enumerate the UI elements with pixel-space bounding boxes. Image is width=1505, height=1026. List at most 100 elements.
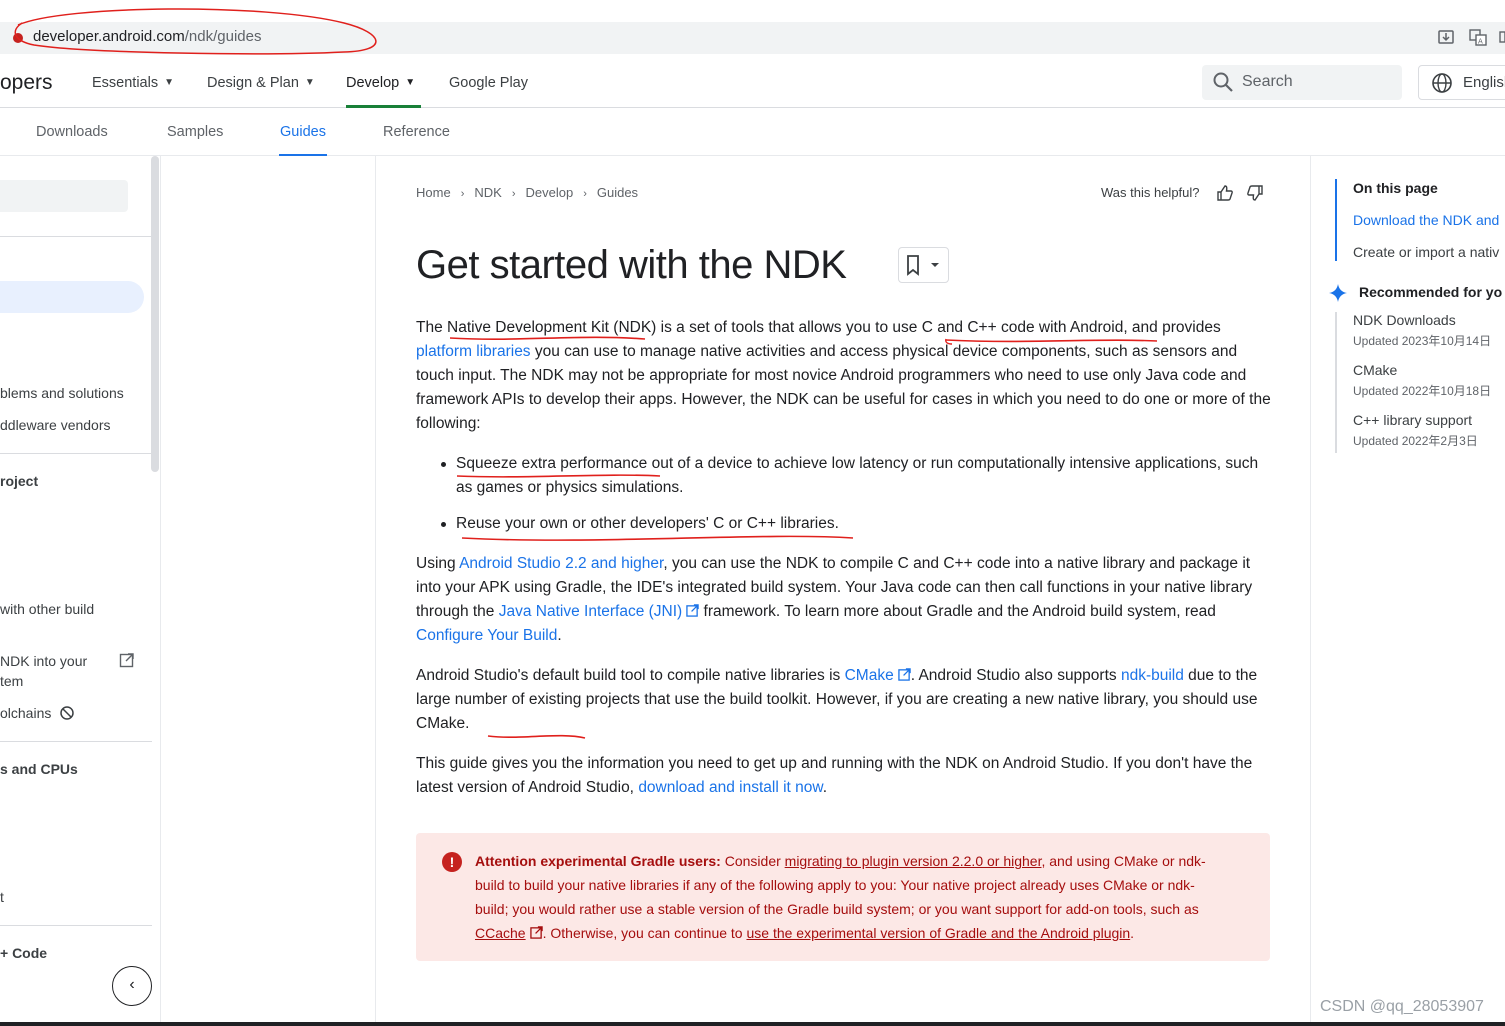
external-link-icon [686,604,699,617]
android-studio-link[interactable]: Android Studio 2.2 and higher [459,555,663,572]
sidebar-item-middleware[interactable]: ddleware vendors [0,417,111,433]
recommended-updated: Updated 2022年10月18日 [1353,384,1492,398]
bookmark-button[interactable] [898,247,949,283]
breadcrumb-home[interactable]: Home [416,185,451,200]
browser-toolbar: developer.android.com/ndk/guides A [0,0,1505,60]
toc-rail [1335,179,1337,261]
text: Consider [720,853,785,869]
language-selector[interactable]: English [1418,65,1505,100]
sidebar-item-ndk-into[interactable]: NDK into your [0,653,87,669]
recommended-updated: Updated 2023年10月14日 [1353,334,1492,348]
migrate-plugin-link[interactable]: migrating to plugin version 2.2.0 or hig… [785,853,1042,869]
text: . Android Studio also supports [910,667,1121,684]
sidebar-section-project[interactable]: roject [0,473,38,489]
page-title: Get started with the NDK [416,243,847,287]
text: . [1130,925,1135,941]
watermark: CSDN @qq_28053907 [1320,998,1484,1015]
sidebar-divider [0,236,152,237]
thumbs-down-icon[interactable] [1246,184,1264,202]
caret-down-icon: ▼ [304,77,315,88]
download-install-link[interactable]: download and install it now [638,779,822,796]
search-icon [1213,72,1233,92]
toc-heading: On this page [1353,180,1438,196]
tab-downloads[interactable]: Downloads [36,124,108,140]
nav-label: Develop [346,75,400,91]
sidebar-item-system: tem [0,673,24,689]
breadcrumb-guides[interactable]: Guides [597,185,638,200]
warning-text: Attention experimental Gradle users: Con… [475,849,1227,945]
tab-samples[interactable]: Samples [167,124,223,140]
platform-libraries-link[interactable]: platform libraries [416,343,531,360]
sidebar-section-code[interactable]: + Code [0,945,47,961]
sidebar-scrollbar[interactable] [151,156,159,472]
list-item: Reuse your own or other developers' C or… [416,512,1271,536]
studio-paragraph: Using Android Studio 2.2 and higher, you… [416,552,1271,648]
ndk-build-link[interactable]: ndk-build [1121,667,1184,684]
translate-icon[interactable]: A [1469,28,1487,46]
sidebar-divider [0,741,152,742]
sidebar-item-other-build[interactable]: with other build [0,601,94,617]
deprecated-icon [60,706,75,720]
sidebar-section-cpus[interactable]: s and CPUs [0,761,78,777]
recommended-item-cpp-library[interactable]: C++ library support [1353,412,1472,428]
sidebar-filter-input[interactable] [0,180,128,212]
language-label: English [1463,74,1505,91]
chevron-right-icon: › [583,188,587,200]
warning-title: Attention experimental Gradle users: [475,853,721,869]
helpful-label: Was this helpful? [1101,185,1200,200]
chevron-right-icon: › [460,188,465,200]
left-sidebar: blems and solutions ddleware vendors roj… [0,156,161,1026]
experimental-gradle-link[interactable]: use the experimental version of Gradle a… [746,925,1130,941]
svg-text:A: A [1478,38,1483,46]
external-link-icon [897,668,911,681]
content-divider [375,156,376,1026]
sidebar-item-toolchains[interactable]: olchains [0,705,75,721]
sidebar-item-t[interactable]: t [0,889,4,905]
ccache-link[interactable]: CCache [475,925,543,941]
text: This guide gives you the information you… [416,755,1253,796]
caret-down-icon: ▼ [164,77,174,88]
chevron-right-icon: › [511,188,516,200]
toc-item-download[interactable]: Download the NDK and [1353,212,1499,228]
collapse-sidebar-button[interactable]: ‹ [112,966,152,1006]
search-placeholder: Search [1242,73,1293,90]
tab-reference[interactable]: Reference [383,124,450,140]
sidebar-item-problems[interactable]: blems and solutions [0,385,124,401]
install-app-icon[interactable] [1437,28,1455,46]
breadcrumb-ndk[interactable]: NDK [474,185,501,200]
cmake-paragraph: Android Studio's default build tool to c… [416,664,1271,736]
tab-guides[interactable]: Guides [279,124,327,156]
error-icon: ! [442,852,462,872]
search-input[interactable]: Search [1202,65,1402,100]
site-brand[interactable]: opers [0,71,53,95]
recommended-item-cmake[interactable]: CMake [1353,362,1397,378]
external-link-icon [529,926,543,939]
jni-link[interactable]: Java Native Interface (JNI) [499,603,699,620]
recommended-heading: Recommended for yo [1359,284,1503,300]
sub-navigation: Downloads Samples Guides Reference [0,108,1505,156]
text: . Otherwise, you can continue to [542,925,747,941]
nav-google-play[interactable]: Google Play [449,75,528,91]
toc-item-create[interactable]: Create or import a nativ [1353,244,1499,260]
thumbs-up-icon[interactable] [1216,184,1234,202]
nav-label: Essentials [92,75,159,91]
external-link-icon [119,653,134,668]
nav-essentials[interactable]: Essentials ▼ [92,75,174,91]
link-text: CCache [475,925,526,941]
link-text: Java Native Interface (JNI) [498,603,683,620]
cmake-link[interactable]: CMake [845,667,911,684]
text: . [557,627,562,644]
top-navigation: opers Essentials ▼ Design & Plan ▼ Develop… [0,60,1505,108]
recommended-item-ndk-downloads[interactable]: NDK Downloads [1353,312,1456,328]
nav-design-plan[interactable]: Design & Plan ▼ [207,75,315,91]
extension-icon[interactable] [1499,28,1505,46]
warning-callout: ! Attention experimental Gradle users: C… [416,833,1270,961]
annotation-ellipse [14,8,377,55]
caret-down-icon: ▼ [405,77,416,88]
sidebar-item-selected[interactable] [0,281,144,313]
text: you can use to manage native activities … [416,343,1271,432]
configure-build-link[interactable]: Configure Your Build [416,627,557,644]
nav-develop[interactable]: Develop ▼ [346,75,415,91]
breadcrumb-develop[interactable]: Develop [525,185,573,200]
guide-paragraph: This guide gives you the information you… [416,752,1271,800]
